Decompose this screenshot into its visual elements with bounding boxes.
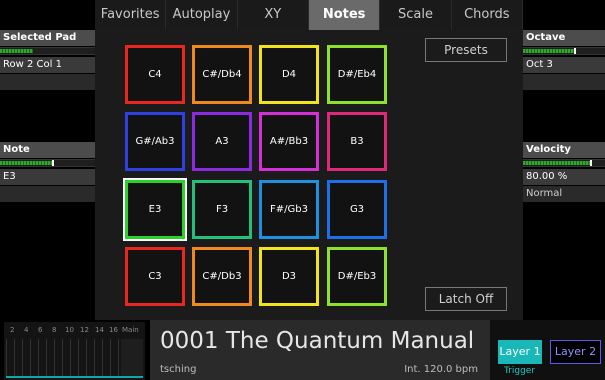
selected-pad-extra [0, 74, 95, 90]
tab-notes[interactable]: Notes [308, 0, 381, 30]
note-meter-fill [0, 161, 52, 165]
selected-pad-meter-fill [0, 49, 33, 53]
tab-favorites[interactable]: Favorites [95, 0, 167, 30]
mixer-channel-label: 10 [65, 326, 74, 334]
note-pad[interactable]: C3 [125, 247, 185, 306]
velocity-meter-marker [590, 160, 592, 166]
layer-2-button[interactable]: Layer 2 [550, 340, 601, 364]
mixer-channel-label: 12 [80, 326, 89, 334]
note-pad[interactable]: D3 [259, 247, 319, 306]
preset-display[interactable]: 0001 The Quantum Manual tsching Int. 120… [150, 320, 490, 380]
mixer-channel-label: Main [122, 326, 139, 334]
mixer-channel-labels: 2 4 6 8 10 12 14 16 Main [4, 326, 145, 336]
note-pad[interactable]: F#/Gb3 [259, 180, 319, 239]
note-pad[interactable]: F3 [192, 180, 252, 239]
mixer-overview[interactable]: 2 4 6 8 10 12 14 16 Main [4, 322, 145, 380]
octave-title: Octave [523, 30, 605, 46]
note-pad[interactable]: G#/Ab3 [125, 112, 185, 171]
velocity-meter-fill [523, 161, 590, 165]
notes-pad-area: C4 C#/Db4 D4 D#/Eb4 G#/Ab3 A3 A#/Bb3 B3 E3 F3 F#/G… [95, 30, 523, 320]
layer-mode-label: Trigger [504, 366, 536, 376]
note-extra [0, 186, 95, 202]
velocity-meter[interactable] [523, 159, 605, 167]
note-pad[interactable]: D#/Eb3 [327, 247, 387, 306]
octave-meter-marker [574, 48, 576, 54]
octave-meter[interactable] [523, 47, 605, 55]
octave-value: Oct 3 [523, 57, 605, 73]
note-pad[interactable]: G3 [327, 180, 387, 239]
left-parameter-panel: Selected Pad Row 2 Col 1 Note E3 [0, 0, 95, 320]
note-value: E3 [0, 169, 95, 185]
layer-panel: Layer 1 Layer 2 Trigger [490, 320, 605, 380]
tab-chords[interactable]: Chords [452, 0, 523, 30]
latch-button[interactable]: Latch Off [425, 287, 507, 311]
velocity-value: 80.00 % [523, 169, 605, 185]
note-pad[interactable]: E3 [123, 178, 187, 241]
mixer-channel-label: 6 [38, 326, 43, 334]
preset-tempo: Int. 120.0 bpm [404, 364, 478, 375]
tab-autoplay[interactable]: Autoplay [166, 0, 238, 30]
presets-button[interactable]: Presets [425, 38, 507, 62]
note-pad[interactable]: D4 [259, 45, 319, 104]
tab-xy[interactable]: XY [238, 0, 309, 30]
selected-pad-value: Row 2 Col 1 [0, 57, 95, 73]
velocity-mode: Normal [523, 186, 605, 202]
mixer-channel-label: 14 [95, 326, 104, 334]
note-pad[interactable]: C4 [125, 45, 185, 104]
mixer-channel-label: 16 [109, 326, 118, 334]
mixer-main-strip [121, 339, 143, 378]
note-pad[interactable]: D#/Eb4 [327, 45, 387, 104]
note-pad[interactable]: C#/Db3 [192, 247, 252, 306]
right-parameter-panel: Octave Oct 3 Velocity 80.00 % Normal [523, 0, 605, 320]
preset-author: tsching [160, 364, 197, 375]
note-title: Note [0, 142, 95, 158]
layer-1-button[interactable]: Layer 1 [498, 340, 542, 364]
note-meter-marker [52, 160, 54, 166]
selected-pad-meter[interactable] [0, 47, 95, 55]
tab-bar: Favorites Autoplay XY Notes Scale Chords [95, 0, 523, 30]
note-meter[interactable] [0, 159, 95, 167]
note-pad[interactable]: A#/Bb3 [259, 112, 319, 171]
octave-extra [523, 74, 605, 90]
note-pad[interactable]: B3 [327, 112, 387, 171]
note-pad[interactable]: C#/Db4 [192, 45, 252, 104]
preset-name: 0001 The Quantum Manual [160, 328, 475, 354]
note-pad[interactable]: A3 [192, 112, 252, 171]
tab-scale[interactable]: Scale [380, 0, 452, 30]
selected-pad-title: Selected Pad [0, 30, 95, 46]
velocity-title: Velocity [523, 142, 605, 158]
mixer-level-line [6, 376, 143, 378]
octave-meter-fill [523, 49, 574, 53]
mixer-channel-label: 4 [24, 326, 29, 334]
bottom-bar: 2 4 6 8 10 12 14 16 Main 0001 The Quantum Manual… [0, 320, 605, 380]
mixer-channel-label: 2 [10, 326, 15, 334]
mixer-channel-label: 8 [52, 326, 57, 334]
